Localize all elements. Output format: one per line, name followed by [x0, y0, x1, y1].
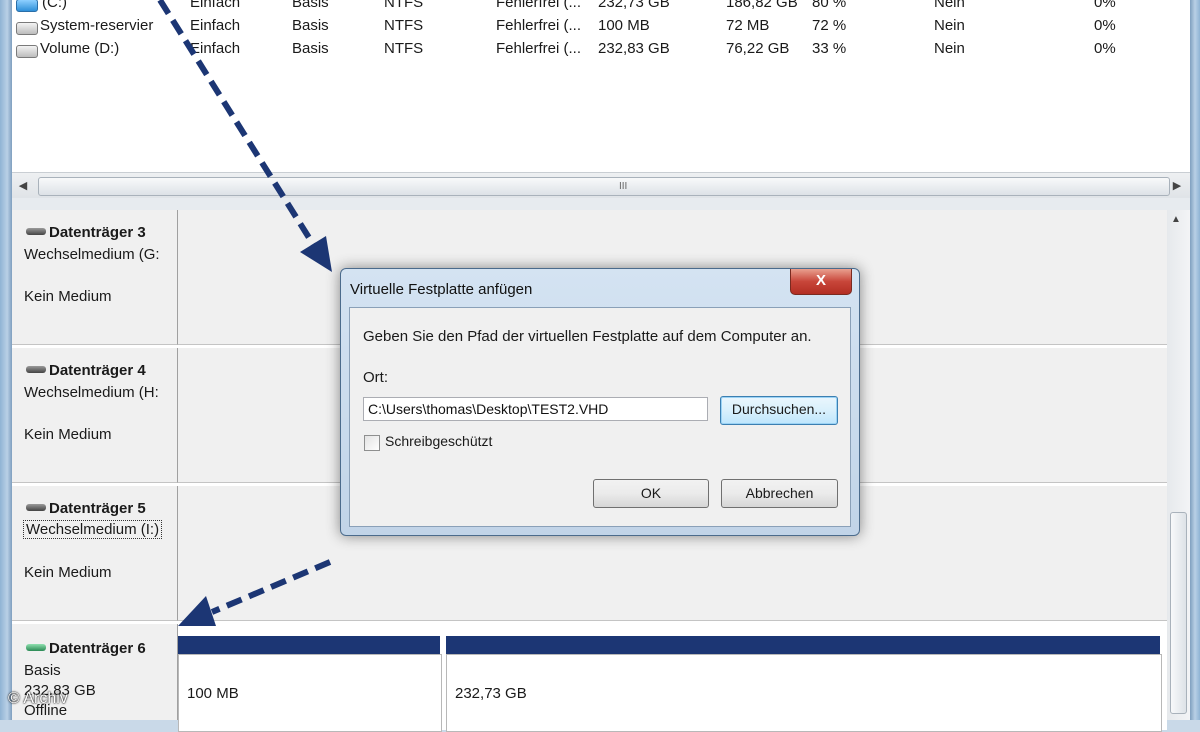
readonly-checkbox[interactable] — [364, 435, 380, 451]
volume-free: 72 MB — [726, 17, 770, 34]
readonly-label[interactable]: Schreibgeschützt — [385, 433, 492, 449]
volume-status: Fehlerfrei (... — [496, 0, 582, 11]
browse-button[interactable]: Durchsuchen... — [720, 396, 838, 425]
partition-header — [446, 636, 1160, 654]
attach-vhd-dialog: Virtuelle Festplatte anfügen X Geben Sie… — [340, 268, 860, 536]
drive-blue-icon — [16, 0, 38, 12]
removable-disk-icon — [26, 504, 46, 511]
volume-free-pct: 80 % — [812, 0, 847, 11]
scroll-right-arrow-icon[interactable]: ▶ — [1169, 177, 1185, 195]
volume-capacity: 232,83 GB — [598, 40, 670, 57]
disk-status: Kein Medium — [24, 288, 112, 305]
scroll-left-arrow-icon[interactable]: ◀ — [15, 177, 31, 195]
volume-fault-tolerance: Nein — [934, 40, 965, 57]
location-label: Ort: — [363, 369, 388, 386]
volume-name: System-reservier — [40, 17, 154, 34]
instruction-text: Geben Sie den Pfad der virtuellen Festpl… — [363, 328, 812, 345]
drive-icon — [16, 45, 38, 58]
volume-capacity: 100 MB — [598, 17, 650, 34]
disk-label-3[interactable]: Datenträger 3 Wechselmedium (G: Kein Med… — [12, 210, 178, 345]
disk-title: Datenträger 5 — [26, 500, 146, 517]
dialog-title: Virtuelle Festplatte anfügen — [350, 281, 533, 298]
watermark: © Archiv — [8, 690, 68, 707]
disk-area-6: 100 MB 232,73 GB — [178, 634, 1167, 732]
disk-title: Datenträger 4 — [26, 362, 146, 379]
volume-type: Basis — [292, 40, 329, 57]
disk-name: Datenträger 4 — [49, 362, 146, 379]
partition-system-reserved[interactable]: 100 MB — [178, 654, 442, 732]
disk-type: Wechselmedium (H: — [24, 384, 159, 401]
volume-fault-tolerance: Nein — [934, 0, 965, 11]
disk-status: Kein Medium — [24, 564, 112, 581]
horizontal-scrollbar[interactable]: ◀ III ▶ — [12, 172, 1190, 199]
volume-layout: Einfach — [190, 40, 241, 57]
scroll-up-arrow-icon[interactable]: ▲ — [1171, 214, 1181, 225]
disk-title: Datenträger 6 — [26, 640, 146, 657]
path-input[interactable] — [363, 397, 708, 421]
disk-title: Datenträger 3 — [26, 224, 146, 241]
volume-filesystem: NTFS — [384, 0, 424, 11]
disk-label-4[interactable]: Datenträger 4 Wechselmedium (H: Kein Med… — [12, 348, 178, 483]
disk-name: Datenträger 6 — [49, 640, 146, 657]
volume-overhead: 0% — [1094, 40, 1116, 57]
partition-size: 232,73 GB — [455, 685, 527, 702]
volume-filesystem: NTFS — [384, 40, 424, 57]
window-frame-right — [1190, 0, 1200, 720]
partition-main[interactable]: 232,73 GB — [446, 654, 1162, 732]
volume-status: Fehlerfrei (... — [496, 17, 582, 34]
volume-row[interactable]: (C:) Einfach Basis NTFS Fehlerfrei (... … — [12, 0, 1190, 16]
ok-button[interactable]: OK — [593, 479, 709, 508]
disk-type-selected[interactable]: Wechselmedium (I:) — [23, 520, 163, 539]
volume-type: Basis — [292, 0, 329, 11]
volume-name: (C:) — [42, 0, 67, 11]
volume-layout: Einfach — [190, 17, 241, 34]
volume-free-pct: 33 % — [812, 40, 847, 57]
partition-size: 100 MB — [187, 685, 239, 702]
volume-name: Volume (D:) — [40, 40, 120, 57]
volume-list: (C:) Einfach Basis NTFS Fehlerfrei (... … — [12, 0, 1190, 172]
disk-type: Wechselmedium (G: — [24, 246, 160, 263]
volume-fault-tolerance: Nein — [934, 17, 965, 34]
volume-status: Fehlerfrei (... — [496, 40, 582, 57]
volume-filesystem: NTFS — [384, 17, 424, 34]
removable-disk-icon — [26, 228, 46, 235]
volume-layout: Einfach — [190, 0, 241, 11]
cancel-button[interactable]: Abbrechen — [721, 479, 838, 508]
virtual-disk-icon — [26, 644, 46, 651]
scroll-grip-icon: III — [619, 181, 628, 192]
volume-free: 76,22 GB — [726, 40, 790, 57]
disk-name: Datenträger 5 — [49, 500, 146, 517]
volume-row[interactable]: System-reservier Einfach Basis NTFS Fehl… — [12, 17, 1190, 39]
volume-free-pct: 72 % — [812, 17, 847, 34]
volume-overhead: 0% — [1094, 17, 1116, 34]
disk-status: Kein Medium — [24, 426, 112, 443]
volume-type: Basis — [292, 17, 329, 34]
volume-free: 186,82 GB — [726, 0, 798, 11]
close-button[interactable]: X — [790, 269, 852, 295]
volume-capacity: 232,73 GB — [598, 0, 670, 11]
volume-overhead: 0% — [1094, 0, 1116, 11]
removable-disk-icon — [26, 366, 46, 373]
partition-header — [178, 636, 440, 654]
dialog-content: Geben Sie den Pfad der virtuellen Festpl… — [349, 307, 851, 527]
horizontal-scroll-thumb[interactable]: III — [38, 177, 1170, 196]
disk-name: Datenträger 3 — [49, 224, 146, 241]
vertical-scroll-thumb[interactable] — [1170, 512, 1187, 714]
volume-row[interactable]: Volume (D:) Einfach Basis NTFS Fehlerfre… — [12, 40, 1190, 62]
drive-icon — [16, 22, 38, 35]
window-frame-left — [0, 0, 12, 720]
vertical-scrollbar[interactable]: ▲ — [1167, 210, 1190, 720]
disk-label-5[interactable]: Datenträger 5 Wechselmedium (I:) Kein Me… — [12, 486, 178, 621]
disk-type: Basis — [24, 662, 61, 679]
